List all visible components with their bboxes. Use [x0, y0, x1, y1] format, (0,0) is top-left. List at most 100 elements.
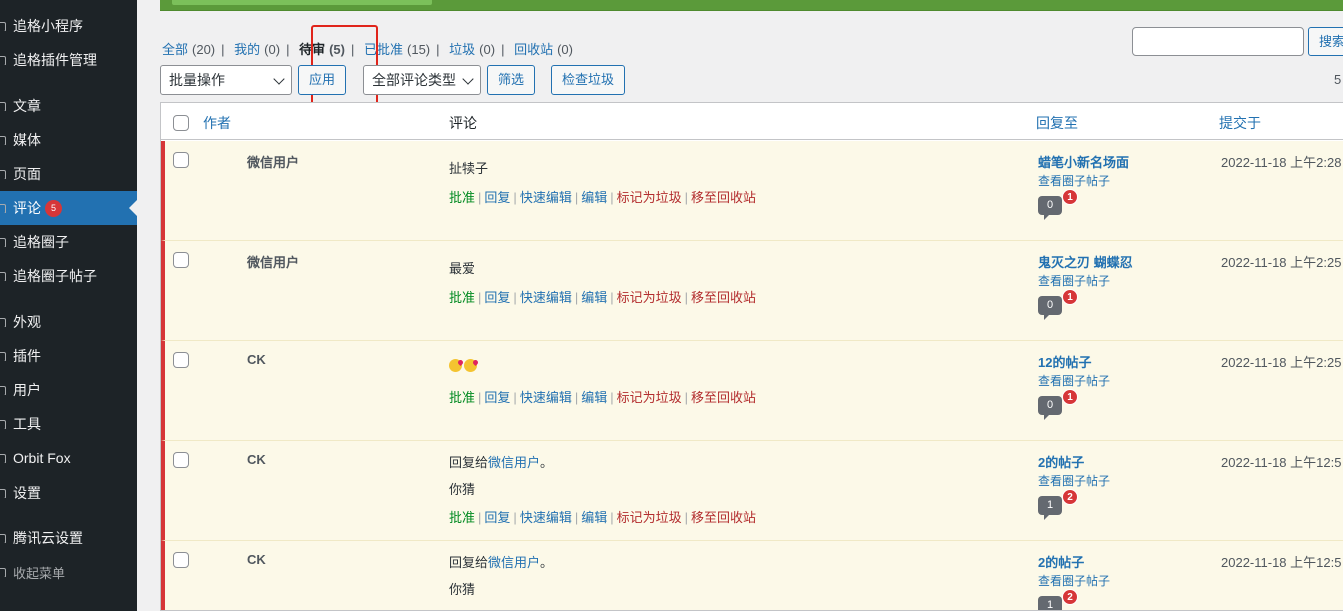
- sidebar-item-orbit-fox[interactable]: Orbit Fox: [0, 441, 137, 475]
- comment-date[interactable]: 2022-11-18 上午2:25: [1221, 352, 1341, 371]
- comment-text: 最爱: [449, 261, 476, 276]
- sidebar-item-comments[interactable]: 评论 5: [0, 191, 137, 225]
- sidebar-item-zhuige-miniprogram[interactable]: 追格小程序: [0, 9, 137, 43]
- view-post-link[interactable]: 查看圈子帖子: [1038, 572, 1110, 589]
- comment-count-bubble[interactable]: 0: [1038, 296, 1062, 320]
- comment-text: [449, 358, 479, 373]
- spam-link[interactable]: 标记为垃圾: [617, 390, 682, 405]
- reply-to-author-link[interactable]: 微信用户: [488, 555, 540, 570]
- column-author[interactable]: 作者: [203, 113, 231, 133]
- sidebar-item-users[interactable]: 用户: [0, 373, 137, 407]
- quick-edit-link[interactable]: 快速编辑: [520, 290, 572, 305]
- comment-type-select[interactable]: 全部评论类型: [363, 65, 481, 95]
- top-notice-bar: [160, 0, 1343, 11]
- row-checkbox[interactable]: [173, 452, 189, 468]
- edit-link[interactable]: 编辑: [581, 190, 607, 205]
- comment-count-bubble[interactable]: 1: [1038, 496, 1062, 520]
- comment-date[interactable]: 2022-11-18 上午12:5: [1221, 452, 1341, 471]
- sidebar-item-media[interactable]: 媒体: [0, 123, 137, 157]
- reply-link[interactable]: 回复: [484, 190, 510, 205]
- quick-edit-link[interactable]: 快速编辑: [520, 390, 572, 405]
- comment-date[interactable]: 2022-11-18 上午2:25: [1221, 252, 1341, 271]
- bulk-actions-select[interactable]: 批量操作: [160, 65, 292, 95]
- select-all-checkbox[interactable]: [173, 115, 189, 131]
- post-title-link[interactable]: 2的帖子: [1038, 452, 1084, 471]
- filter-approved[interactable]: 已批准 (15): [364, 42, 430, 57]
- column-in-response-to[interactable]: 回复至: [1036, 113, 1078, 133]
- plugin-icon: [0, 351, 6, 361]
- post-title-link[interactable]: 蜡笔小新名场面: [1038, 152, 1129, 171]
- filter-mine[interactable]: 我的 (0): [234, 42, 280, 57]
- row-actions: 批准|回复|快速编辑|编辑|标记为垃圾|移至回收站: [449, 607, 756, 610]
- approve-link[interactable]: 批准: [449, 190, 475, 205]
- comment-author[interactable]: CK: [247, 552, 266, 567]
- post-title-link[interactable]: 鬼灭之刃 蝴蝶忍: [1038, 252, 1133, 271]
- approve-link[interactable]: 批准: [449, 290, 475, 305]
- reply-to-author-link[interactable]: 微信用户: [488, 455, 540, 470]
- apply-button[interactable]: 应用: [298, 65, 346, 95]
- sidebar-item-label: 媒体: [13, 132, 41, 148]
- filter-trash[interactable]: 回收站 (0): [514, 42, 573, 57]
- approve-link[interactable]: 批准: [449, 390, 475, 405]
- view-post-link[interactable]: 查看圈子帖子: [1038, 172, 1110, 189]
- sidebar-item-settings[interactable]: 设置: [0, 476, 137, 510]
- sidebar-item-zhuige-circle[interactable]: 追格圈子: [0, 225, 137, 259]
- view-post-link[interactable]: 查看圈子帖子: [1038, 272, 1110, 289]
- search-button[interactable]: 搜索: [1308, 27, 1343, 56]
- row-actions: 批准|回复|快速编辑|编辑|标记为垃圾|移至回收站: [449, 390, 757, 405]
- comment-date[interactable]: 2022-11-18 上午2:28: [1221, 152, 1341, 171]
- approve-link[interactable]: 批准: [449, 510, 475, 525]
- table-row: CK 批准 | 回复 | 快速编辑 | 编辑 | 标记为垃圾 | 移至回收站 12的帖子 查看圈子帖…: [161, 341, 1343, 441]
- spam-link[interactable]: 标记为垃圾: [617, 190, 682, 205]
- post-title-link[interactable]: 2的帖子: [1038, 552, 1084, 571]
- comment-count-bubble[interactable]: 0: [1038, 396, 1062, 420]
- spam-link[interactable]: 标记为垃圾: [617, 290, 682, 305]
- trash-link[interactable]: 移至回收站: [691, 190, 756, 205]
- sidebar-item-appearance[interactable]: 外观: [0, 305, 137, 339]
- trash-link[interactable]: 移至回收站: [691, 290, 756, 305]
- collapse-menu-button[interactable]: 收起菜单: [0, 555, 137, 589]
- post-title-link[interactable]: 12的帖子: [1038, 352, 1091, 371]
- comment-author[interactable]: 微信用户: [247, 252, 299, 271]
- row-checkbox[interactable]: [173, 152, 189, 168]
- edit-link[interactable]: 编辑: [581, 290, 607, 305]
- comment-date[interactable]: 2022-11-18 上午12:5: [1221, 552, 1341, 571]
- filter-pending[interactable]: 待审 (5): [299, 42, 345, 57]
- reply-link[interactable]: 回复: [484, 290, 510, 305]
- quick-edit-link[interactable]: 快速编辑: [520, 510, 572, 525]
- sidebar-item-tencent-cloud[interactable]: 腾讯云设置: [0, 521, 137, 555]
- sidebar-item-tools[interactable]: 工具: [0, 407, 137, 441]
- row-checkbox[interactable]: [173, 352, 189, 368]
- quick-edit-link[interactable]: 快速编辑: [520, 190, 572, 205]
- sidebar-item-posts[interactable]: 文章: [0, 89, 137, 123]
- reply-link[interactable]: 回复: [484, 390, 510, 405]
- trash-link[interactable]: 移至回收站: [691, 390, 756, 405]
- sidebar-item-zhuige-circle-posts[interactable]: 追格圈子帖子: [0, 259, 137, 293]
- row-checkbox[interactable]: [173, 252, 189, 268]
- view-post-link[interactable]: 查看圈子帖子: [1038, 372, 1110, 389]
- row-checkbox[interactable]: [173, 552, 189, 568]
- reply-link[interactable]: 回复: [484, 510, 510, 525]
- kissing-face-emoji: [464, 359, 477, 372]
- comment-count-bubble[interactable]: 0: [1038, 196, 1062, 220]
- comment-author[interactable]: CK: [247, 352, 266, 367]
- sidebar-item-plugins[interactable]: 插件: [0, 339, 137, 373]
- sidebar-item-pages[interactable]: 页面: [0, 157, 137, 191]
- sidebar-item-label: 插件: [13, 348, 41, 364]
- edit-link[interactable]: 编辑: [581, 390, 607, 405]
- check-spam-button[interactable]: 检查垃圾: [551, 65, 625, 95]
- edit-link[interactable]: 编辑: [581, 510, 607, 525]
- admin-sidebar: 追格小程序 追格插件管理 文章 媒体 页面 评论 5 追格圈子 追格圈子帖子 外观…: [0, 0, 137, 611]
- search-input[interactable]: [1132, 27, 1304, 56]
- sidebar-item-zhuige-plugins[interactable]: 追格插件管理: [0, 43, 137, 77]
- trash-link[interactable]: 移至回收站: [691, 510, 756, 525]
- spam-link[interactable]: 标记为垃圾: [617, 510, 682, 525]
- filter-all[interactable]: 全部 (20): [162, 42, 215, 57]
- column-submitted-on[interactable]: 提交于: [1219, 113, 1261, 133]
- view-post-link[interactable]: 查看圈子帖子: [1038, 472, 1110, 489]
- filter-button[interactable]: 筛选: [487, 65, 535, 95]
- filter-spam[interactable]: 垃圾 (0): [449, 42, 495, 57]
- comment-author[interactable]: 微信用户: [247, 152, 299, 171]
- comment-count-bubble[interactable]: 1: [1038, 596, 1062, 610]
- comment-author[interactable]: CK: [247, 452, 266, 467]
